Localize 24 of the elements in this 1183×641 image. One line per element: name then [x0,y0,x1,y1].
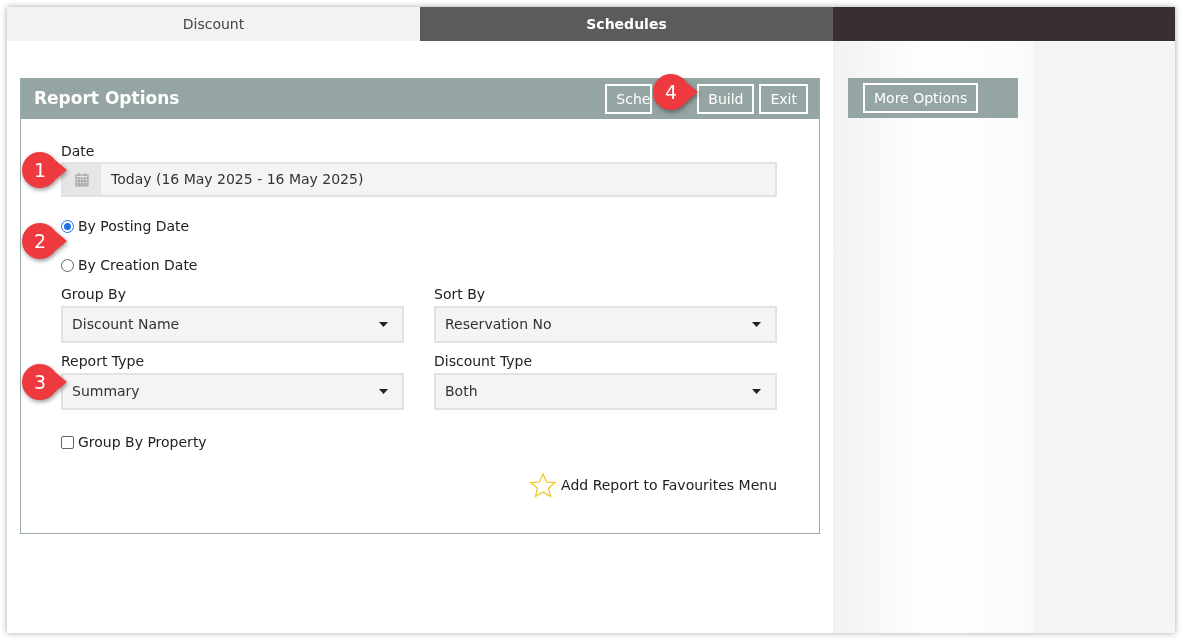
star-icon[interactable] [530,473,557,498]
caret-icon [752,389,761,394]
dropdown[interactable]: Summary [61,373,404,410]
field-label: Group By [61,285,127,304]
dropdown[interactable]: Discount Name [61,306,404,343]
field-label: Discount Type [434,352,534,371]
caret-icon [379,322,388,327]
date-field[interactable]: Today (16 May 2025 - 16 May 2025) [61,162,777,197]
caret-icon [752,322,761,327]
dropdown[interactable]: Both [434,373,777,410]
tab[interactable]: Discount [7,7,420,41]
caret-icon [379,389,388,394]
panel-title: Report Options [34,87,180,111]
calendar-icon [75,172,89,187]
checkbox[interactable] [61,436,74,449]
callout-marker: 4 [652,73,700,111]
radio-label: By Posting Date [78,216,190,236]
callout-marker: 2 [21,222,69,260]
field-label: Sort By [434,285,487,304]
tab[interactable]: Schedules [420,7,833,41]
radio-label: By Creation Date [78,255,198,275]
dropdown[interactable]: Reservation No [434,306,777,343]
checkbox-label: Group By Property [78,433,207,452]
favourites-link[interactable]: Add Report to Favourites Menu [561,475,777,496]
